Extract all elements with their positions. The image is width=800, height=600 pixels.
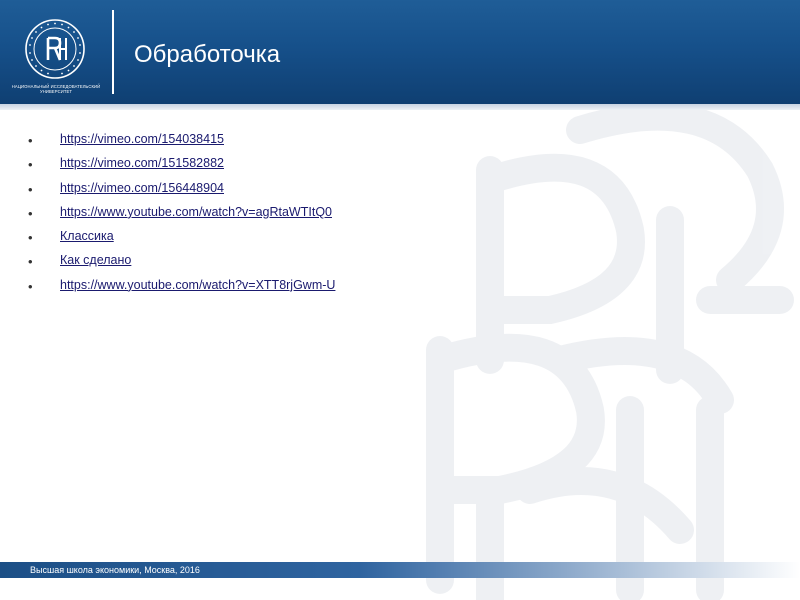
link-kak-sdelano[interactable]: Как сделано [60,253,131,267]
bullet-icon: • [28,133,33,148]
link-vimeo-151582882[interactable]: https://vimeo.com/151582882 [60,156,224,170]
bullet-icon: • [28,230,33,246]
hse-watermark-icon [426,110,794,600]
bullet-icon: • [28,278,33,294]
slide-title: Обработочка [134,41,281,68]
link-vimeo-154038415[interactable]: https://vimeo.com/154038415 [60,132,224,146]
bullet-icon: • [28,157,33,173]
link-vimeo-156448904[interactable]: https://vimeo.com/156448904 [60,181,224,195]
link-klassika[interactable]: Классика [60,229,114,243]
bullet-icon: • [28,205,33,221]
footer-text: Высшая школа экономики, Москва, 2016 [30,565,200,575]
logo-caption: НАЦИОНАЛЬНЫЙ ИССЛЕДОВАТЕЛЬСКИЙ УНИВЕРСИТ… [11,84,101,95]
header-divider [112,10,114,94]
link-youtube-XTT8rjGwm-U[interactable]: https://www.youtube.com/watch?v=XTT8rjGw… [60,278,335,292]
header-banner: НАЦИОНАЛЬНЫЙ ИССЛЕДОВАТЕЛЬСКИЙ УНИВЕРСИТ… [0,0,800,104]
link-youtube-agRtaWTItQ0[interactable]: https://www.youtube.com/watch?v=agRtaWTI… [60,205,332,219]
hse-logo-icon [25,19,85,79]
bullet-icon: • [28,254,33,270]
bullet-icon: • [28,181,33,197]
